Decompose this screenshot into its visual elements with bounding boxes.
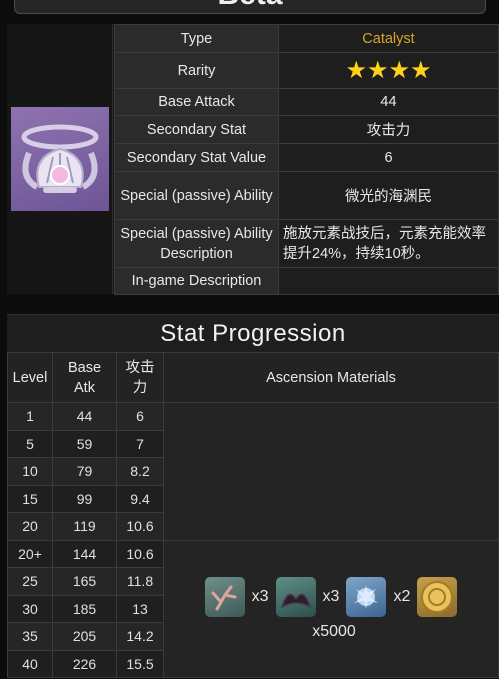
cell-ascension-materials: x3 x3 x2 x5000: [163, 539, 499, 678]
cell-stat: 10.6: [116, 539, 164, 568]
cell-base-atk: 59: [52, 429, 117, 458]
cell-base-atk: 99: [52, 484, 117, 513]
coral-branch-icon[interactable]: [204, 576, 245, 617]
info-value-ingame: [278, 267, 499, 295]
cell-level: 1: [7, 402, 53, 431]
info-value-base-attack: 44: [278, 88, 499, 116]
stat-progression-table: Level Base Atk 攻击力 Ascension Materials 1…: [7, 352, 499, 678]
material-qty: x3: [251, 587, 269, 605]
shell-catalyst-icon: [21, 124, 99, 193]
info-label: Base Attack: [114, 88, 279, 116]
info-value-secondary-stat: 攻击力: [278, 115, 499, 144]
info-row-secondary-stat-value: Secondary Stat Value 6: [114, 143, 499, 172]
cell-base-atk: 165: [52, 567, 117, 596]
info-label: Secondary Stat: [114, 115, 279, 144]
column-header-level: Level: [7, 352, 53, 403]
cell-level: 10: [7, 457, 53, 486]
info-label: Secondary Stat Value: [114, 143, 279, 172]
info-value-special: 微光的海渊民: [278, 171, 499, 220]
weapon-icon-cell: [7, 24, 113, 294]
cell-base-atk: 79: [52, 457, 117, 486]
weapon-info-table: Type Catalyst Rarity ★★★★ Base Attack 44…: [114, 24, 499, 295]
table-header-row: Level Base Atk 攻击力 Ascension Materials: [7, 352, 499, 403]
info-row-secondary-stat: Secondary Stat 攻击力: [114, 115, 499, 144]
cell-level: 15: [7, 484, 53, 513]
rarity-stars: ★★★★: [345, 56, 432, 84]
cell-base-atk: 144: [52, 539, 117, 568]
weapon-image: [11, 107, 109, 211]
cell-ascension-empty: [163, 402, 499, 541]
cell-level: 20: [7, 512, 53, 541]
cell-level: 20+: [7, 539, 53, 568]
table-row: 20+ 144 10.6 x3 x3 x2 x5000: [7, 539, 499, 678]
spirit-essence-icon[interactable]: [346, 576, 387, 617]
cell-level: 5: [7, 429, 53, 458]
section-title: Stat Progression: [160, 320, 346, 347]
material-qty: x3: [322, 587, 340, 605]
cell-base-atk: 226: [52, 649, 117, 678]
cell-base-atk: 44: [52, 402, 117, 431]
cell-stat: 9.4: [116, 484, 164, 513]
table-row: 1 44 6: [7, 402, 499, 541]
info-value-type: Catalyst: [278, 24, 499, 53]
cell-stat: 11.8: [116, 567, 164, 596]
cell-level: 25: [7, 567, 53, 596]
column-header-stat: 攻击力: [116, 352, 164, 403]
info-row-special-desc: Special (passive) Ability Description 施放…: [114, 219, 499, 268]
info-row-special: Special (passive) Ability 微光的海渊民: [114, 171, 499, 220]
cell-level: 35: [7, 622, 53, 651]
info-label: In-game Description: [114, 267, 279, 295]
cell-stat: 10.6: [116, 512, 164, 541]
info-row-ingame: In-game Description: [114, 267, 499, 295]
horn-icon[interactable]: [275, 576, 316, 617]
info-label: Rarity: [114, 52, 279, 89]
column-header-ascension-materials: Ascension Materials: [163, 352, 499, 403]
cell-base-atk: 185: [52, 594, 117, 623]
cell-stat: 6: [116, 402, 164, 431]
weapon-info-panel: Type Catalyst Rarity ★★★★ Base Attack 44…: [7, 24, 499, 295]
page-title: Beta: [217, 0, 282, 11]
info-value-secondary-stat-value: 6: [278, 143, 499, 172]
mora-cost: x5000: [312, 622, 356, 640]
column-header-base-atk: Base Atk: [52, 352, 117, 403]
info-value-special-desc: 施放元素战技后，元素充能效率提升24%，持续10秒。: [278, 219, 499, 268]
cell-stat: 7: [116, 429, 164, 458]
info-row-base-attack: Base Attack 44: [114, 88, 499, 116]
mora-coin-icon[interactable]: [417, 576, 458, 617]
info-label: Type: [114, 24, 279, 53]
info-label: Special (passive) Ability: [114, 171, 279, 220]
cell-level: 30: [7, 594, 53, 623]
cell-level: 40: [7, 649, 53, 678]
cell-stat: 15.5: [116, 649, 164, 678]
cell-stat: 8.2: [116, 457, 164, 486]
info-row-type: Type Catalyst: [114, 24, 499, 53]
material-qty: x2: [393, 587, 411, 605]
section-header-stat-progression: Stat Progression: [7, 314, 499, 352]
info-label: Special (passive) Ability Description: [114, 219, 279, 268]
page-title-bar: Beta: [14, 0, 486, 14]
cell-base-atk: 205: [52, 622, 117, 651]
cell-stat: 13: [116, 594, 164, 623]
cell-stat: 14.2: [116, 622, 164, 651]
info-value-rarity: ★★★★: [278, 52, 499, 89]
cell-base-atk: 119: [52, 512, 117, 541]
info-row-rarity: Rarity ★★★★: [114, 52, 499, 89]
ascension-materials-list: x3 x3 x2: [164, 576, 498, 617]
